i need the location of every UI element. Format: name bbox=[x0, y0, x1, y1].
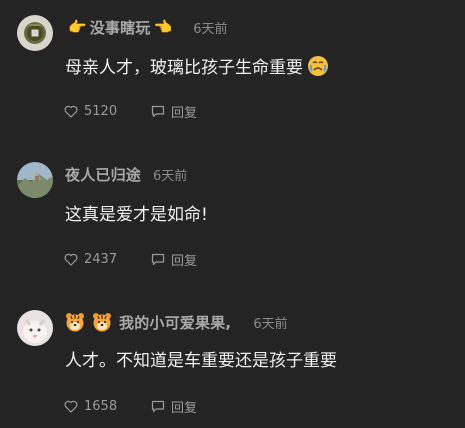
like-count: 1658 bbox=[84, 399, 118, 414]
comment-time: 6天前 bbox=[193, 21, 228, 37]
pointing-right-emoji: 👉 bbox=[68, 18, 87, 36]
comment-header: 我的小可爱果果, 6天前 bbox=[65, 312, 288, 332]
speech-bubble-icon bbox=[151, 400, 165, 413]
comment-item: 我的小可爱果果, 6天前 人才。不知道是车重要还是孩子重要 1658 回复 bbox=[0, 290, 465, 428]
comment-item: 👉 没事瞎玩 👈 6天前 母亲人才，玻璃比孩子生命重要 5120 回复 bbox=[0, 0, 465, 140]
reply-button[interactable]: 回复 bbox=[151, 250, 197, 269]
tiger-face-icon bbox=[92, 312, 112, 332]
comment-time: 6天前 bbox=[253, 316, 288, 332]
comment-header: 👉 没事瞎玩 👈 6天前 bbox=[65, 17, 227, 37]
username[interactable]: 没事瞎玩 bbox=[90, 17, 151, 38]
comment-time: 6天前 bbox=[153, 168, 188, 184]
heart-outline-icon bbox=[64, 105, 78, 118]
comment-actions: 2437 回复 bbox=[64, 250, 197, 269]
reply-label: 回复 bbox=[171, 254, 198, 269]
avatar[interactable] bbox=[17, 310, 53, 346]
reply-button[interactable]: 回复 bbox=[151, 102, 197, 121]
speech-bubble-icon bbox=[151, 105, 165, 118]
like-count: 5120 bbox=[84, 104, 118, 119]
comment-text: 母亲人才，玻璃比孩子生命重要 bbox=[65, 58, 303, 78]
heart-outline-icon bbox=[64, 400, 78, 413]
comment-text-row: 母亲人才，玻璃比孩子生命重要 bbox=[65, 53, 329, 78]
username[interactable]: 夜人已归途 bbox=[65, 164, 141, 185]
comment-item: 夜人已归途 6天前 这真是爱才是如命! 2437 回复 bbox=[0, 140, 465, 290]
reply-button[interactable]: 回复 bbox=[151, 397, 197, 416]
comment-text-row: 人才。不知道是车重要还是孩子重要 bbox=[65, 346, 337, 371]
comment-actions: 1658 回复 bbox=[64, 397, 197, 416]
like-count: 2437 bbox=[84, 252, 118, 267]
like-button[interactable]: 1658 bbox=[64, 399, 151, 414]
comment-text: 这真是爱才是如命! bbox=[65, 205, 208, 225]
crying-face-icon bbox=[307, 55, 329, 77]
comment-actions: 5120 回复 bbox=[64, 102, 197, 121]
comment-header: 夜人已归途 6天前 bbox=[65, 164, 187, 184]
avatar[interactable] bbox=[17, 162, 53, 198]
comment-text-row: 这真是爱才是如命! bbox=[65, 200, 208, 225]
avatar[interactable] bbox=[17, 15, 53, 51]
comment-text: 人才。不知道是车重要还是孩子重要 bbox=[65, 351, 337, 371]
pointing-left-emoji: 👈 bbox=[153, 18, 173, 36]
like-button[interactable]: 5120 bbox=[64, 104, 151, 119]
tiger-face-icon bbox=[65, 312, 85, 332]
like-button[interactable]: 2437 bbox=[64, 252, 151, 267]
speech-bubble-icon bbox=[151, 253, 165, 266]
reply-label: 回复 bbox=[171, 106, 198, 121]
heart-outline-icon bbox=[64, 253, 78, 266]
username[interactable]: 我的小可爱果果, bbox=[119, 312, 231, 333]
reply-label: 回复 bbox=[171, 401, 198, 416]
